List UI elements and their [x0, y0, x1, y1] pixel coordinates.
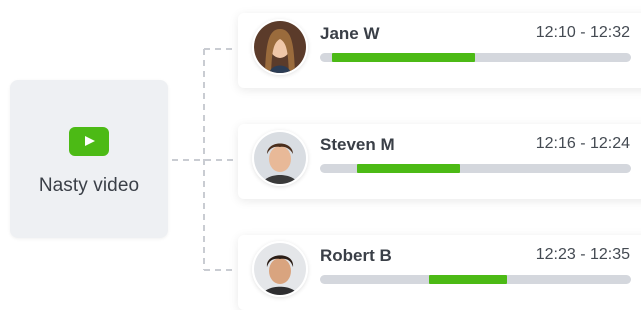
avatar[interactable]	[252, 241, 308, 297]
time-range: 12:23 - 12:35	[535, 246, 630, 263]
viewer-card[interactable]: Steven M 12:16 - 12:24	[238, 124, 641, 199]
watch-progress-bar	[320, 53, 631, 62]
avatar[interactable]	[252, 130, 308, 186]
viewer-name: Jane W	[320, 24, 380, 43]
viewer-card[interactable]: Robert B 12:23 - 12:35	[238, 235, 641, 310]
viewer-name: Steven M	[320, 135, 395, 154]
time-range: 12:10 - 12:32	[535, 24, 630, 41]
video-card[interactable]	[10, 80, 168, 238]
video-title: Nasty video	[38, 175, 140, 196]
viewer-name: Robert B	[320, 246, 392, 265]
watch-progress-fill	[428, 275, 507, 284]
avatar[interactable]	[252, 19, 308, 75]
play-icon[interactable]	[69, 127, 109, 156]
watch-progress-fill	[332, 53, 476, 62]
watch-progress-bar	[320, 275, 631, 284]
watch-progress-bar	[320, 164, 631, 173]
viewer-card[interactable]: Jane W 12:10 - 12:32	[238, 13, 641, 88]
watch-progress-fill	[357, 164, 460, 173]
time-range: 12:16 - 12:24	[535, 135, 630, 152]
